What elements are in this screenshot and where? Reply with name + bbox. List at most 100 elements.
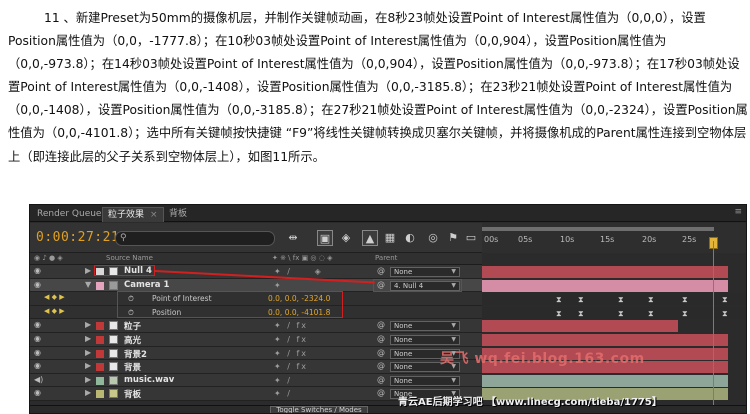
parent-dropdown[interactable]: None ▼ (390, 375, 460, 386)
eye-icon[interactable]: ◉ (34, 388, 41, 397)
layer-duration-bar[interactable] (482, 334, 728, 346)
frame-blending-icon[interactable]: ▦ (382, 230, 398, 246)
keyframe-navigator-icon[interactable]: ◀ ◆ ▶ (44, 307, 65, 315)
pick-whip-icon[interactable]: @ (377, 361, 385, 370)
pick-whip-icon[interactable]: @ (377, 375, 385, 384)
expand-triangle-icon[interactable]: ▼ (85, 280, 91, 289)
tab-particles[interactable]: 粒子效果 × (102, 207, 164, 222)
expand-triangle-icon[interactable]: ▶ (85, 348, 91, 357)
layer-switches[interactable]: ✦ / (274, 376, 292, 385)
eye-icon[interactable]: ◉ (34, 280, 41, 289)
article-paragraph: 11 、新建Preset为50mm的摄像机层，并制作关键帧动画，在8秒23帧处设… (8, 11, 748, 164)
parent-dropdown[interactable]: None ▼ (390, 335, 460, 345)
layer-duration-bar[interactable] (482, 320, 678, 333)
keyframe-navigator-icon[interactable]: ◀ ◆ ▶ (44, 293, 65, 301)
layer-name[interactable]: Camera 1 (124, 280, 169, 290)
expand-triangle-icon[interactable]: ▶ (85, 320, 91, 329)
layer-switches[interactable]: ✦ (274, 281, 283, 290)
keyframe-track[interactable]: ⧗ ⧗ ⧗ ⧗ ⧗ ⧗ (482, 293, 746, 306)
keyframe-icon[interactable]: ⧗ (618, 309, 624, 319)
layer-row[interactable]: ◉ ▶ 背景 ✦ / fx @ None ▼ (30, 360, 482, 374)
tab-render-queue[interactable]: Render Queue (32, 207, 106, 222)
keyframe-icon[interactable]: ⧗ (648, 309, 654, 319)
layer-name[interactable]: 背板 (124, 388, 141, 400)
comp-mini-flowchart-icon[interactable]: ⇹ (285, 230, 301, 246)
eye-icon[interactable]: ◉ (34, 334, 41, 343)
pick-whip-icon[interactable]: @ (377, 348, 385, 357)
layer-row[interactable]: ◉ ▶ 高光 ✦ / fx @ None ▼ (30, 333, 482, 347)
hide-shy-layers-icon[interactable]: ▲ (362, 230, 378, 246)
parent-value: None (394, 363, 413, 372)
keyframe-icon[interactable]: ⧗ (648, 295, 654, 305)
layer-name[interactable]: 背景 (124, 361, 141, 373)
panel-menu-icon[interactable]: ≡ (734, 207, 742, 217)
playhead-line[interactable] (713, 241, 714, 413)
label-color-swatch[interactable] (96, 363, 104, 372)
draft-3d-icon[interactable]: ◈ (338, 230, 354, 246)
layer-duration-bar[interactable] (482, 266, 728, 278)
speaker-icon[interactable]: ◀) (34, 375, 43, 384)
layer-switches[interactable]: ✦ / fx (274, 349, 308, 358)
expand-triangle-icon[interactable]: ▶ (85, 388, 91, 397)
parent-dropdown[interactable]: None ▼ (390, 267, 460, 277)
layer-switches[interactable]: ✦ / ◈ (274, 267, 323, 276)
keyframe-icon[interactable]: ⧗ (578, 309, 584, 319)
auto-keyframe-icon[interactable]: ⚑ (445, 230, 461, 246)
layer-row[interactable]: ◉ ▶ 背景2 ✦ / fx @ None ▼ (30, 346, 482, 361)
layer-name[interactable]: music.wav (124, 375, 174, 385)
pick-whip-icon[interactable]: @ (377, 266, 385, 275)
keyframe-icon[interactable]: ⧗ (556, 295, 562, 305)
graph-editor-icon[interactable]: ▭ (463, 230, 479, 246)
layer-row[interactable]: ◀) ▶ music.wav ✦ / @ None ▼ (30, 373, 482, 388)
brainstorm-icon[interactable]: ◎ (425, 230, 441, 246)
layer-name[interactable]: 背景2 (124, 348, 147, 360)
close-icon[interactable]: × (150, 210, 158, 220)
layer-duration-bar[interactable] (482, 279, 728, 292)
search-input[interactable]: ⚲ (115, 231, 275, 246)
column-parent[interactable]: Parent (375, 253, 397, 264)
work-area-bar[interactable] (482, 227, 714, 231)
layer-row[interactable]: ◉ ▶ 粒子 ✦ / fx @ None ▼ (30, 319, 482, 333)
keyframe-icon[interactable]: ⧗ (722, 309, 728, 319)
eye-icon[interactable]: ◉ (34, 348, 41, 357)
pick-whip-icon[interactable]: @ (377, 388, 385, 397)
pick-whip-icon[interactable]: @ (377, 334, 385, 343)
keyframe-icon[interactable]: ⧗ (682, 295, 688, 305)
expand-triangle-icon[interactable]: ▶ (85, 375, 91, 384)
eye-icon[interactable]: ◉ (34, 266, 41, 275)
pick-whip-icon[interactable]: @ (377, 320, 385, 329)
eye-icon[interactable]: ◉ (34, 361, 41, 370)
keyframe-icon[interactable]: ⧗ (556, 309, 562, 319)
label-color-swatch[interactable] (96, 336, 104, 344)
parent-dropdown[interactable]: None ▼ (390, 321, 460, 332)
time-ruler[interactable]: 00s 05s 10s 15s 20s 25s (482, 223, 746, 253)
label-color-swatch[interactable] (96, 376, 104, 385)
layer-switches[interactable]: ✦ / (274, 389, 292, 398)
label-color-swatch[interactable] (96, 349, 104, 358)
live-update-icon[interactable]: ▣ (317, 230, 333, 246)
layer-name[interactable]: 高光 (124, 334, 141, 346)
expand-triangle-icon[interactable]: ▶ (85, 266, 91, 275)
current-time-display[interactable]: 0:00:27:21 (36, 230, 119, 245)
toggle-switches-modes-button[interactable]: Toggle Switches / Modes (270, 406, 368, 413)
label-color-swatch[interactable] (96, 281, 104, 290)
layer-switches[interactable]: ✦ / fx (274, 362, 308, 371)
eye-icon[interactable]: ◉ (34, 320, 41, 329)
keyframe-icon[interactable]: ⧗ (722, 295, 728, 305)
keyframe-track[interactable]: ⧗ ⧗ ⧗ ⧗ ⧗ ⧗ (482, 306, 746, 319)
keyframe-icon[interactable]: ⧗ (578, 295, 584, 305)
layer-duration-bar[interactable] (482, 374, 728, 387)
column-source-name[interactable]: Source Name (106, 253, 153, 264)
keyframe-icon[interactable]: ⧗ (682, 309, 688, 319)
tab-backboard[interactable]: 背板 (164, 207, 192, 222)
layer-switches[interactable]: ✦ / fx (274, 335, 308, 344)
label-color-swatch[interactable] (96, 322, 104, 331)
motion-blur-icon[interactable]: ◐ (402, 230, 418, 246)
layer-name[interactable]: 粒子 (124, 320, 141, 332)
label-color-swatch[interactable] (96, 390, 104, 399)
expand-triangle-icon[interactable]: ▶ (85, 334, 91, 343)
camera-layer-icon (109, 280, 118, 290)
layer-switches[interactable]: ✦ / fx (274, 321, 308, 330)
keyframe-icon[interactable]: ⧗ (618, 295, 624, 305)
expand-triangle-icon[interactable]: ▶ (85, 361, 91, 370)
